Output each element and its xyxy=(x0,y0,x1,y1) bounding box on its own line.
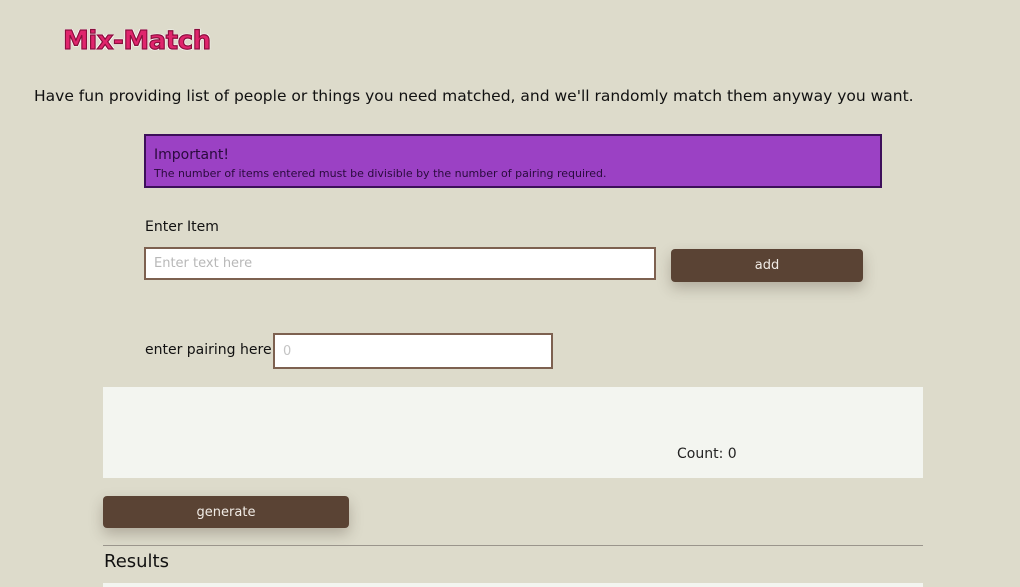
tagline: Have fun providing list of people or thi… xyxy=(34,87,914,105)
items-list-panel: Count: 0 xyxy=(103,387,923,478)
results-title: Results xyxy=(104,551,169,572)
add-button[interactable]: add xyxy=(671,249,863,282)
results-divider xyxy=(103,545,923,546)
enter-item-label: Enter Item xyxy=(145,219,219,235)
important-notice: Important! The number of items entered m… xyxy=(144,134,882,188)
pairing-input[interactable] xyxy=(273,333,553,369)
results-panel xyxy=(103,583,923,587)
item-input[interactable] xyxy=(144,247,656,280)
pairing-label: enter pairing here xyxy=(145,342,272,358)
notice-title: Important! xyxy=(154,147,230,163)
item-count: Count: 0 xyxy=(677,446,737,462)
notice-text: The number of items entered must be divi… xyxy=(154,167,607,180)
generate-button[interactable]: generate xyxy=(103,496,349,528)
app-logo: Mix-Match xyxy=(62,25,211,56)
